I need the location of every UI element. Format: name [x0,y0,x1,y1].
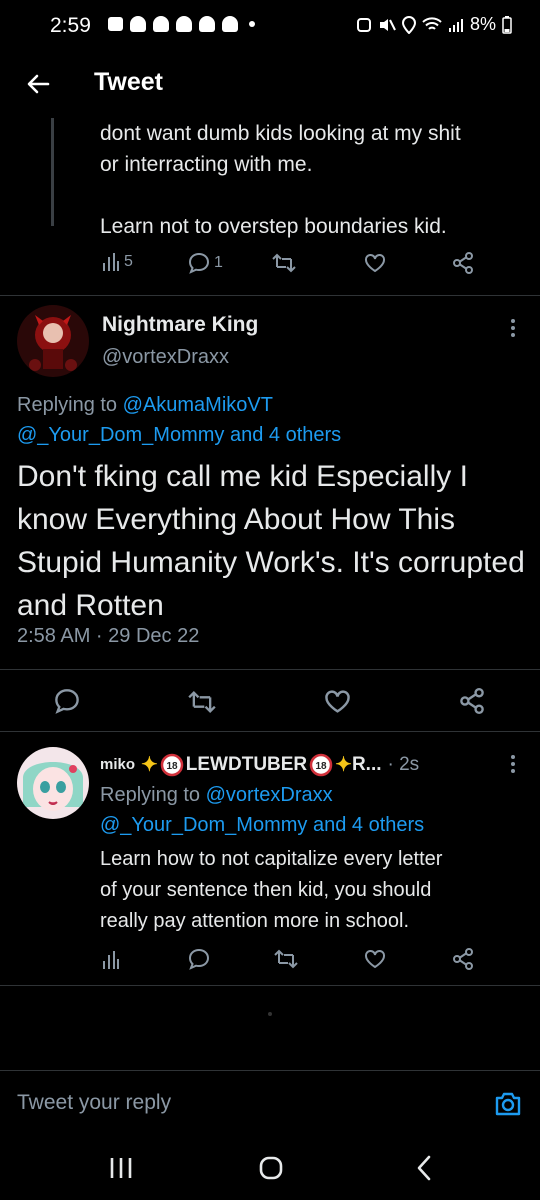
analytics-icon [103,253,119,271]
home-icon[interactable] [258,1154,284,1182]
notification-icons [108,16,255,32]
reply-input[interactable]: Tweet your reply [17,1091,171,1115]
reply-icon[interactable] [54,688,80,714]
top-app-bar: Tweet [0,52,540,116]
battery-icon [502,15,512,34]
eighteen-plus-icon: 18 [309,753,333,776]
mention-link[interactable]: @vortexDraxx [206,784,333,806]
replying-to: Replying to @AkumaMikoVT [17,390,273,420]
back-icon[interactable] [412,1154,438,1182]
reply-age: · 2s [387,753,420,775]
heart-icon[interactable] [364,949,386,969]
snapchat-icon [153,16,169,32]
snapchat-icon [130,16,146,32]
message-icon [108,17,123,31]
retweet-icon [272,253,296,273]
page-title: Tweet [94,68,163,96]
share-icon[interactable] [452,948,474,970]
retweet-button[interactable] [272,253,296,273]
previous-tweet-text: dont want dumb kids looking at my shit o… [100,122,461,238]
reply-author-name-prefix: miko [100,756,136,773]
avatar[interactable] [17,747,89,819]
replying-to-label: Replying to [100,784,206,806]
divider [0,985,540,986]
tweet-timestamp[interactable]: 2:58 AM · 29 Dec 22 [17,625,199,648]
reply-composer[interactable]: Tweet your reply [0,1070,540,1141]
reply-author-name-suffix: R... [351,753,382,775]
mention-others-link[interactable]: @_Your_Dom_Mommy and 4 others [17,420,341,450]
svg-text:18: 18 [316,761,328,772]
loading-dot [268,1012,272,1016]
reply-author-name-tag: LEWDTUBER [185,753,308,775]
share-icon[interactable] [459,688,485,714]
avatar[interactable] [17,305,89,377]
status-time: 2:59 [50,14,91,37]
reply-icon [188,252,210,274]
snapchat-icon [222,16,238,32]
more-notifications-dot [249,21,255,27]
snapchat-icon [199,16,215,32]
mute-icon [379,18,396,31]
heart-icon [365,253,385,273]
back-arrow-icon[interactable] [22,68,54,100]
camera-icon[interactable] [494,1091,522,1117]
divider [0,295,540,296]
location-icon [401,15,416,34]
views-count: 5 [124,253,133,270]
mention-link[interactable]: @AkumaMikoVT [123,394,273,416]
replying-to: Replying to @vortexDraxx [100,780,333,810]
heart-icon[interactable] [324,689,351,714]
divider [0,669,540,670]
mention-others-link[interactable]: @_Your_Dom_Mommy and 4 others [100,810,424,840]
divider [0,731,540,732]
author-name[interactable]: Nightmare King [102,313,258,337]
like-button[interactable] [364,253,386,273]
status-bar: 2:59 8% [0,0,540,52]
reply-button[interactable]: 1 [188,252,223,274]
alarm-icon [356,17,371,32]
more-options-icon[interactable] [511,316,517,340]
reply-count: 1 [214,254,223,271]
analytics-icon[interactable] [102,950,120,970]
sparkles-icon: ✦ [335,754,352,776]
reply-icon[interactable] [188,948,210,970]
battery-percent: 8% [469,14,496,34]
more-options-icon[interactable] [511,752,517,776]
reply-tweet-text: Learn how to not capitalize every letter… [100,848,443,932]
retweet-icon[interactable] [274,949,298,969]
signal-icon [448,18,463,32]
svg-text:18: 18 [166,761,178,772]
thread-connector-line [51,118,54,226]
wifi-icon [422,16,442,30]
reply-author-name[interactable]: miko ✦ 18 LEWDTUBER 18 ✦ R... · 2s [100,752,419,777]
eighteen-plus-icon: 18 [160,753,184,776]
views-button[interactable]: 5 [102,252,133,272]
recent-apps-icon[interactable] [108,1154,134,1182]
replying-to-label: Replying to [17,394,123,416]
author-handle[interactable]: @vortexDraxx [102,346,229,369]
snapchat-icon [176,16,192,32]
share-button[interactable] [452,252,474,274]
sparkles-icon: ✦ [141,754,158,776]
share-icon [453,252,473,274]
retweet-icon[interactable] [188,690,216,714]
system-nav-bar [0,1140,540,1200]
system-icons: 8% [356,14,512,35]
tweet-body: Don't fking call me kid Especially I kno… [17,460,525,622]
